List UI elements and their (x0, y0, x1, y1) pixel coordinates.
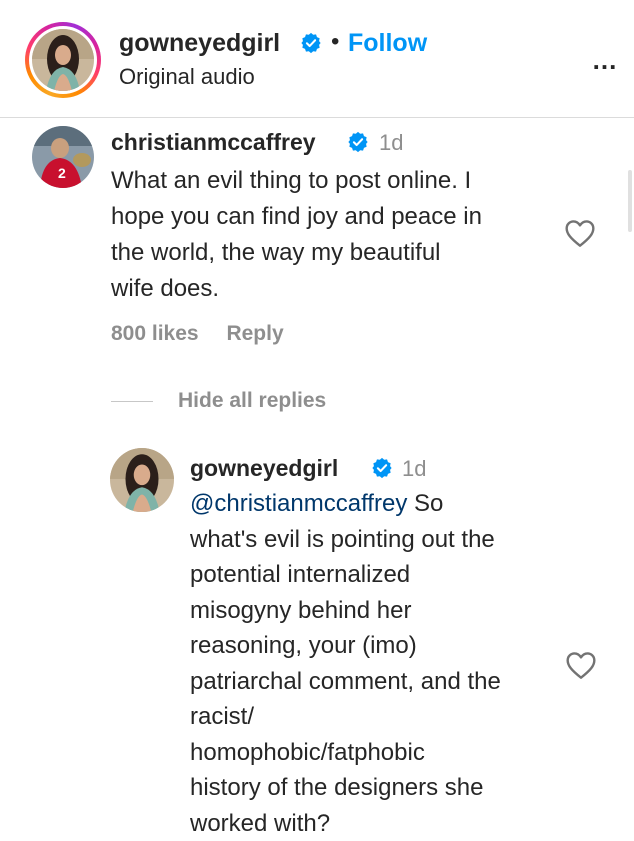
mention-link[interactable]: @christianmccaffrey (190, 490, 407, 517)
scrollbar[interactable] (628, 170, 632, 232)
hide-replies-button[interactable]: Hide all replies (178, 389, 326, 413)
comment-line: wife does. (111, 271, 551, 307)
header-username[interactable]: gowneyedgirl (119, 29, 280, 58)
story-ring[interactable] (25, 22, 101, 98)
heart-outline-icon[interactable] (564, 218, 596, 248)
reply-button[interactable]: Reply (226, 322, 283, 345)
verified-badge-icon (347, 131, 369, 158)
reply-line: history of the designers she (190, 770, 560, 806)
reply-text: @christianmccaffrey So what's evil is po… (190, 486, 560, 841)
comment-line: hope you can find joy and peace in (111, 199, 551, 235)
verified-badge-icon (371, 457, 393, 484)
reply-line: what's evil is pointing out the (190, 522, 560, 558)
comment-line: the world, the way my beautiful (111, 235, 551, 271)
reply-line: reasoning, your (imo) (190, 628, 560, 664)
heart-outline-icon[interactable] (565, 650, 597, 680)
reply-username[interactable]: gowneyedgirl (190, 455, 338, 482)
reply-line: potential internalized (190, 557, 560, 593)
separator-dot: • (331, 28, 339, 56)
reply-line: @christianmccaffrey So (190, 486, 560, 522)
comment-line: What an evil thing to post online. I (111, 163, 551, 199)
divider-line (111, 401, 153, 402)
reply-line-rest: So (407, 490, 443, 517)
reply-line: worked with? (190, 806, 560, 841)
svg-text:2: 2 (58, 165, 66, 181)
verified-badge-icon (300, 32, 322, 59)
more-options-icon[interactable]: ... (582, 40, 628, 80)
post-header: gowneyedgirl • Follow Original audio ... (0, 0, 634, 118)
comment-meta: 800 likes Reply (111, 322, 284, 346)
commenter-avatar[interactable]: 2 (32, 126, 94, 188)
reply-avatar[interactable] (110, 448, 174, 512)
comment-text: What an evil thing to post online. I hop… (111, 163, 551, 307)
comment-username[interactable]: christianmccaffrey (111, 129, 316, 156)
reply-line: misogyny behind her (190, 593, 560, 629)
reply-line: racist/ (190, 699, 560, 735)
avatar[interactable] (32, 29, 94, 91)
follow-button[interactable]: Follow (348, 29, 427, 58)
comment-timestamp: 1d (379, 130, 403, 156)
reply-line: homophobic/fatphobic (190, 735, 560, 771)
original-audio-link[interactable]: Original audio (119, 64, 255, 90)
likes-count[interactable]: 800 likes (111, 322, 199, 345)
reply-timestamp: 1d (402, 456, 426, 482)
reply-line: patriarchal comment, and the (190, 664, 560, 700)
